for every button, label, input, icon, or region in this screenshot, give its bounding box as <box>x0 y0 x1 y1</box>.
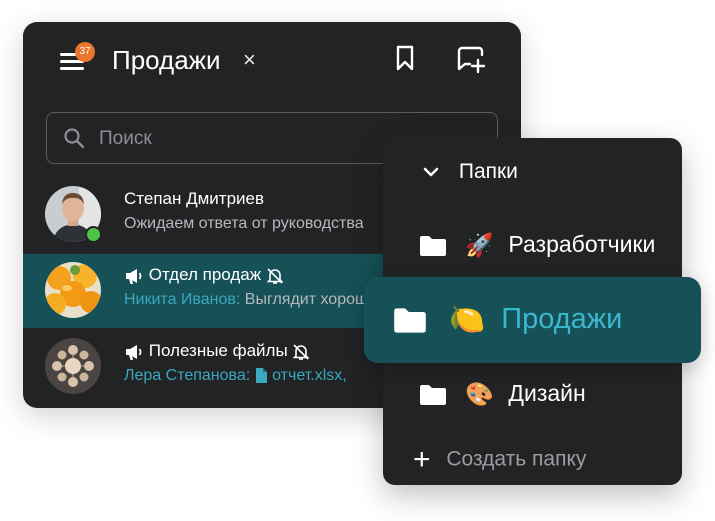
megaphone-icon <box>126 268 142 284</box>
file-name: отчет.xlsx, <box>272 367 347 384</box>
palette-emoji: 🎨 <box>465 381 495 408</box>
folder-item-sales: 🍋 Продажи <box>393 303 622 337</box>
online-indicator <box>85 226 102 243</box>
folder-item-design[interactable]: 🎨 Дизайн <box>419 380 586 408</box>
create-folder-button[interactable]: + Создать папку <box>413 443 586 477</box>
megaphone-icon <box>126 344 142 360</box>
chat-preview: Лера Степанова: отчет.xlsx, <box>124 367 347 385</box>
sender-name: Лера Степанова: <box>124 367 251 384</box>
muted-bell-icon <box>266 267 284 284</box>
close-icon[interactable]: × <box>243 47 256 73</box>
chat-preview: Ожидаем ответа от руководства <box>124 215 364 232</box>
folder-icon <box>394 308 426 333</box>
header: 37 Продажи × <box>23 22 521 102</box>
folder-label: Разработчики <box>508 231 656 257</box>
plus-icon: + <box>413 443 431 476</box>
folder-label: Продажи <box>501 303 623 335</box>
file-icon <box>255 368 267 384</box>
folder-label: Дизайн <box>508 380 586 406</box>
avatar <box>45 262 101 318</box>
page-title: Продажи <box>112 45 221 75</box>
create-folder-label: Создать папку <box>446 447 587 471</box>
chat-name: Степан Дмитриев <box>124 189 265 208</box>
folder-icon <box>420 384 446 405</box>
folders-header-label: Папки <box>458 160 518 183</box>
notification-badge: 37 <box>75 42 95 62</box>
new-chat-icon[interactable] <box>457 45 487 80</box>
avatar <box>45 338 101 394</box>
folder-item-developers[interactable]: 🚀 Разработчики <box>419 231 655 259</box>
bookmark-icon[interactable] <box>396 45 414 76</box>
chevron-down-icon <box>423 168 439 177</box>
rocket-emoji: 🚀 <box>465 232 495 259</box>
search-icon <box>64 128 85 149</box>
sender-name: Никита Иванов: <box>124 291 241 308</box>
message-text: Выглядит хорошо <box>244 291 377 308</box>
folder-icon <box>420 235 446 256</box>
folders-header[interactable]: Папки <box>423 160 518 184</box>
chat-name: Отдел продаж <box>148 265 262 284</box>
chat-name: Полезные файлы <box>148 341 288 360</box>
chat-title-row: Полезные файлы <box>124 341 310 361</box>
chat-title-row: Отдел продаж <box>124 265 284 285</box>
chat-preview: Никита Иванов: Выглядит хорошо <box>124 291 377 309</box>
folder-item-sales-active[interactable]: 🍋 Продажи <box>364 277 701 363</box>
lemon-emoji: 🍋 <box>449 304 486 337</box>
muted-bell-icon <box>293 343 310 360</box>
